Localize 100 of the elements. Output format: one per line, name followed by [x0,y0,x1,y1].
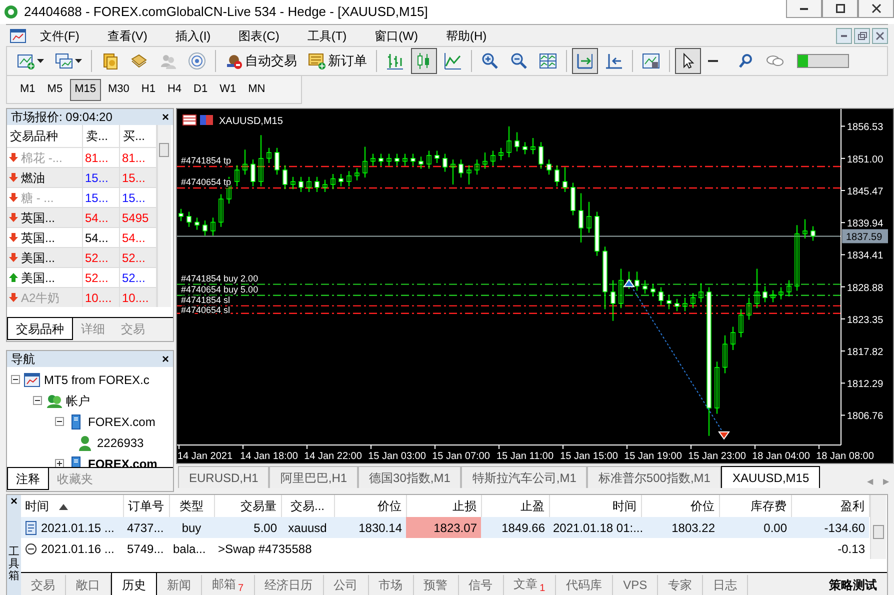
candle [282,164,288,190]
symbol-label[interactable]: 美国... [21,268,56,286]
close-button[interactable]: × [162,111,169,123]
close-button[interactable]: × [10,495,18,507]
column-header[interactable]: 盈利 [791,495,869,517]
column-header[interactable]: 库存费 [719,495,791,517]
table-cell: 2021.01.16 ... [21,538,123,559]
collapse-icon[interactable] [33,396,42,405]
count-label: 1 [540,583,546,594]
table-cell: 1830.14 [334,517,406,538]
toolbox-tab[interactable]: 邮箱 $_{7}$ [202,575,255,595]
bar-chart-icon [386,52,404,70]
order-line[interactable] [177,312,841,314]
timeframe-button[interactable]: H1 [136,78,160,100]
toolbox-tab[interactable]: 策略测试 [819,575,887,595]
timeframe-button[interactable]: M15 [70,78,101,100]
terminal-icon [24,372,40,388]
price-chart[interactable] [176,108,894,464]
toolbar-button[interactable] [411,48,437,74]
timeframe-button[interactable]: H4 [162,78,186,100]
collapse-icon[interactable] [11,375,20,384]
chart-tab[interactable]: 特斯拉汽车公司,M1 [461,466,588,488]
profiles-icon [55,52,73,70]
timeframe-button[interactable]: D1 [188,78,213,100]
timeframe-button[interactable]: M5 [42,78,68,100]
tree-item[interactable]: 2226933 [97,434,144,452]
column-header[interactable]: 类型 [169,495,214,517]
toolbox-tab[interactable]: 日志 [703,575,748,595]
scrollbar[interactable] [157,125,171,307]
account-icon [77,434,93,450]
column-header[interactable]: 卖... [83,125,120,147]
toolbar-button[interactable]: 自动交易 [221,48,301,74]
toolbar-button[interactable] [675,48,701,74]
panel-tab[interactable]: 注释 [7,468,49,490]
toolbox-tab[interactable]: 经济日历 [254,575,324,595]
expand-icon[interactable] [55,459,64,467]
price-cell: 52... [83,247,120,267]
candle [626,271,632,290]
chart-tab[interactable]: XAUUSD,M15 [721,466,820,488]
order-line[interactable] [177,305,841,306]
toolbox-tab[interactable]: 文章 $_{1}$ [504,575,556,595]
toolbox-tab[interactable]: 交易 [21,575,66,595]
toolbox-tab[interactable]: 新闻 [157,575,202,595]
chart-tab[interactable]: 德国30指数,M1 [358,466,462,488]
toolbox-tab[interactable]: 代码库 [556,575,614,595]
close-button[interactable] [858,0,894,18]
candle [234,164,240,187]
order-line[interactable] [177,187,841,189]
time-label: 14 Jan 2021 [177,451,233,462]
menu-item[interactable]: 查看(V) [93,26,162,44]
restore-button[interactable] [854,28,870,44]
tree-item[interactable]: 帐户 [66,392,90,410]
toolbox-tab[interactable]: 信号 [458,575,504,595]
timeframe-button[interactable]: MN [243,78,270,100]
timeframe-button[interactable]: M1 [15,78,40,100]
tree-item[interactable]: MT5 from FOREX.c [44,370,150,388]
chart-tab[interactable]: 标准普尔500指数,M1 [587,466,722,488]
toolbox-tab[interactable]: VPS [613,575,658,595]
panel-tab[interactable]: 交易品种 [7,318,73,340]
timeframe-button[interactable]: M30 [102,78,134,100]
timeframe-button[interactable]: W1 [214,78,242,100]
column-header[interactable]: 时间 [21,495,123,517]
symbol-label[interactable]: 英国... [21,228,56,246]
order-line[interactable] [177,166,841,168]
column-header[interactable]: 止损 [406,495,481,517]
close-button[interactable] [872,28,888,44]
menu-item[interactable]: 文件(F) [26,26,94,44]
column-header[interactable]: 交易... [281,495,334,517]
order-line[interactable] [177,284,841,285]
column-header[interactable]: 时间 [549,495,641,517]
minimize-button[interactable] [836,28,852,44]
chart-tab[interactable]: 阿里巴巴,H1 [269,466,358,488]
toolbox-tab[interactable]: 预警 [414,575,459,595]
collapse-icon[interactable] [55,417,64,426]
menu-item[interactable]: 图表(C) [224,26,294,44]
column-header[interactable]: 价位 [641,495,719,517]
menu-item[interactable]: 插入(I) [161,26,225,44]
order-line[interactable] [177,294,841,296]
minimize-button[interactable] [786,0,822,18]
menu-item[interactable]: 帮助(H) [432,26,501,44]
toolbox-tab[interactable]: 专家 [658,575,704,595]
chart-tab[interactable]: EURUSD,H1 [178,466,270,488]
candle [746,297,752,320]
close-button[interactable]: × [162,353,169,365]
toolbox-tab[interactable]: 历史 [111,573,157,595]
restore-icon [858,32,866,40]
tree-item[interactable]: FOREX.com [88,412,156,430]
maximize-button[interactable] [822,0,858,18]
column-header[interactable]: 止盈 [481,495,549,517]
column-header[interactable]: 交易量 [214,495,281,517]
toolbox-tab[interactable]: 市场 [368,575,414,595]
scrollbar[interactable] [870,495,886,559]
column-header[interactable]: 订单号 [123,495,169,517]
column-header[interactable]: 交易品种 [7,125,83,147]
candle [362,146,368,178]
column-header[interactable]: 价位 [334,495,406,517]
toolbar-button[interactable]: 新订单 [304,48,371,74]
menu-item[interactable]: 窗口(W) [360,26,432,44]
toolbox-tab[interactable]: 公司 [324,575,369,595]
menu-item[interactable]: 工具(T) [293,26,361,44]
